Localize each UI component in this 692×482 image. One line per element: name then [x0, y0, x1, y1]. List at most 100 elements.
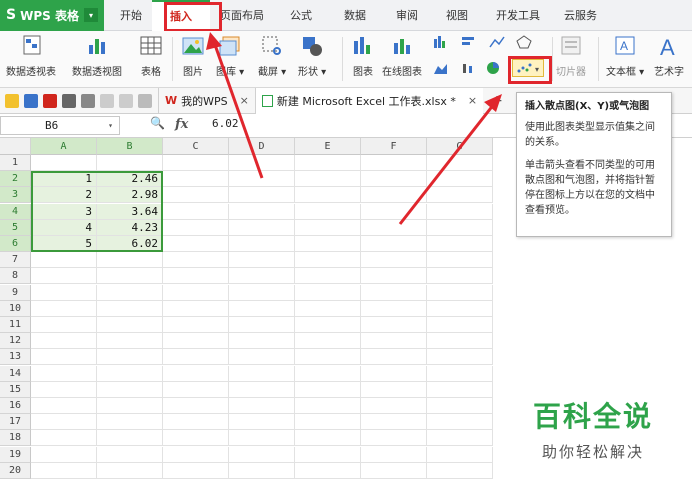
table-cell[interactable]	[427, 414, 493, 431]
doc-tab-my-wps[interactable]: W 我的WPS ×	[158, 87, 255, 114]
row-header[interactable]: 5	[0, 219, 31, 236]
table-cell[interactable]	[31, 430, 97, 447]
table-cell[interactable]	[31, 398, 97, 414]
table-cell[interactable]	[361, 171, 427, 188]
table-cell[interactable]	[31, 462, 97, 479]
table-cell[interactable]	[163, 381, 229, 398]
table-cell[interactable]	[163, 171, 229, 188]
table-cell[interactable]	[31, 414, 97, 431]
tab-developer[interactable]: 开发工具	[482, 0, 554, 31]
logo-dropdown-icon[interactable]: ▾	[84, 8, 98, 22]
table-cell[interactable]	[295, 203, 361, 220]
name-box[interactable]: B6 ▾	[0, 116, 120, 135]
table-cell[interactable]	[295, 462, 361, 479]
app-logo-button[interactable]: S WPS 表格 ▾	[0, 0, 104, 31]
close-tab-icon[interactable]: ×	[240, 94, 249, 107]
table-cell[interactable]	[361, 219, 427, 236]
table-cell[interactable]	[295, 284, 361, 301]
table-cell[interactable]	[295, 430, 361, 447]
column-header[interactable]: A	[31, 138, 97, 155]
table-cell[interactable]	[31, 317, 97, 333]
tab-data[interactable]: 数据	[328, 0, 382, 31]
column-header[interactable]: B	[97, 138, 163, 155]
table-cell[interactable]	[295, 381, 361, 398]
table-cell[interactable]	[163, 187, 229, 204]
table-cell[interactable]	[295, 187, 361, 204]
table-cell[interactable]	[295, 155, 361, 171]
row-header[interactable]: 13	[0, 349, 31, 366]
table-cell[interactable]	[427, 268, 493, 285]
name-box-dropdown-icon[interactable]: ▾	[108, 117, 113, 134]
table-cell[interactable]	[229, 333, 295, 350]
table-cell[interactable]	[295, 171, 361, 188]
select-all-corner[interactable]	[0, 138, 31, 155]
table-cell[interactable]: 2	[31, 187, 97, 204]
table-cell[interactable]	[163, 349, 229, 366]
table-cell[interactable]: 1	[31, 171, 97, 188]
table-cell[interactable]: 2.98	[97, 187, 163, 204]
table-cell[interactable]: 4	[31, 219, 97, 236]
table-cell[interactable]	[361, 252, 427, 269]
table-cell[interactable]	[97, 462, 163, 479]
gallery-button[interactable]: 图库 ▾	[216, 33, 244, 78]
export-pdf-icon[interactable]	[43, 93, 57, 108]
table-cell[interactable]	[97, 398, 163, 414]
table-cell[interactable]	[31, 252, 97, 269]
radar-chart-dropdown[interactable]	[516, 35, 540, 49]
table-cell[interactable]	[427, 236, 493, 252]
tab-page-layout[interactable]: 页面布局	[210, 0, 274, 31]
column-header[interactable]: E	[295, 138, 361, 155]
table-cell[interactable]	[163, 203, 229, 220]
zoom-search-icon[interactable]: 🔍	[150, 116, 165, 130]
row-header[interactable]: 18	[0, 430, 31, 447]
tab-review[interactable]: 审阅	[382, 0, 432, 31]
table-cell[interactable]	[163, 300, 229, 317]
table-cell[interactable]	[163, 268, 229, 285]
table-cell[interactable]	[31, 333, 97, 350]
column-header[interactable]: F	[361, 138, 427, 155]
table-cell[interactable]	[361, 446, 427, 463]
table-cell[interactable]	[163, 219, 229, 236]
textbox-button[interactable]: A 文本框 ▾	[606, 33, 644, 78]
table-cell[interactable]: 2.46	[97, 171, 163, 188]
table-cell[interactable]	[361, 381, 427, 398]
table-cell[interactable]	[163, 446, 229, 463]
row-header[interactable]: 14	[0, 365, 31, 382]
table-cell[interactable]	[31, 365, 97, 382]
table-cell[interactable]	[163, 333, 229, 350]
stock-chart-dropdown[interactable]	[460, 61, 484, 75]
area-chart-dropdown[interactable]	[432, 61, 456, 75]
table-cell[interactable]	[427, 317, 493, 333]
table-cell[interactable]	[361, 203, 427, 220]
screenshot-button[interactable]: 截屏 ▾	[258, 33, 286, 78]
table-cell[interactable]	[361, 430, 427, 447]
tab-cloud[interactable]: 云服务	[554, 0, 607, 31]
table-cell[interactable]	[427, 171, 493, 188]
table-cell[interactable]	[97, 317, 163, 333]
open-folder-icon[interactable]	[5, 93, 19, 108]
table-cell[interactable]	[361, 155, 427, 171]
table-cell[interactable]	[97, 252, 163, 269]
table-cell[interactable]	[229, 446, 295, 463]
table-cell[interactable]	[97, 365, 163, 382]
table-cell[interactable]	[97, 300, 163, 317]
table-cell[interactable]	[295, 252, 361, 269]
table-cell[interactable]	[31, 300, 97, 317]
table-cell[interactable]	[427, 284, 493, 301]
scatter-chart-button[interactable]: ▾	[512, 59, 544, 77]
table-cell[interactable]	[97, 349, 163, 366]
table-cell[interactable]	[31, 284, 97, 301]
table-cell[interactable]	[295, 365, 361, 382]
picture-button[interactable]: 图片	[180, 33, 206, 78]
new-tab-button[interactable]: +	[491, 93, 503, 109]
print-preview-icon[interactable]	[81, 93, 95, 108]
table-cell[interactable]	[361, 333, 427, 350]
table-cell[interactable]	[295, 317, 361, 333]
table-cell[interactable]	[427, 462, 493, 479]
table-cell[interactable]	[361, 284, 427, 301]
table-cell[interactable]	[229, 398, 295, 414]
table-cell[interactable]	[295, 349, 361, 366]
table-cell[interactable]	[361, 268, 427, 285]
table-cell[interactable]	[97, 333, 163, 350]
table-cell[interactable]	[427, 252, 493, 269]
